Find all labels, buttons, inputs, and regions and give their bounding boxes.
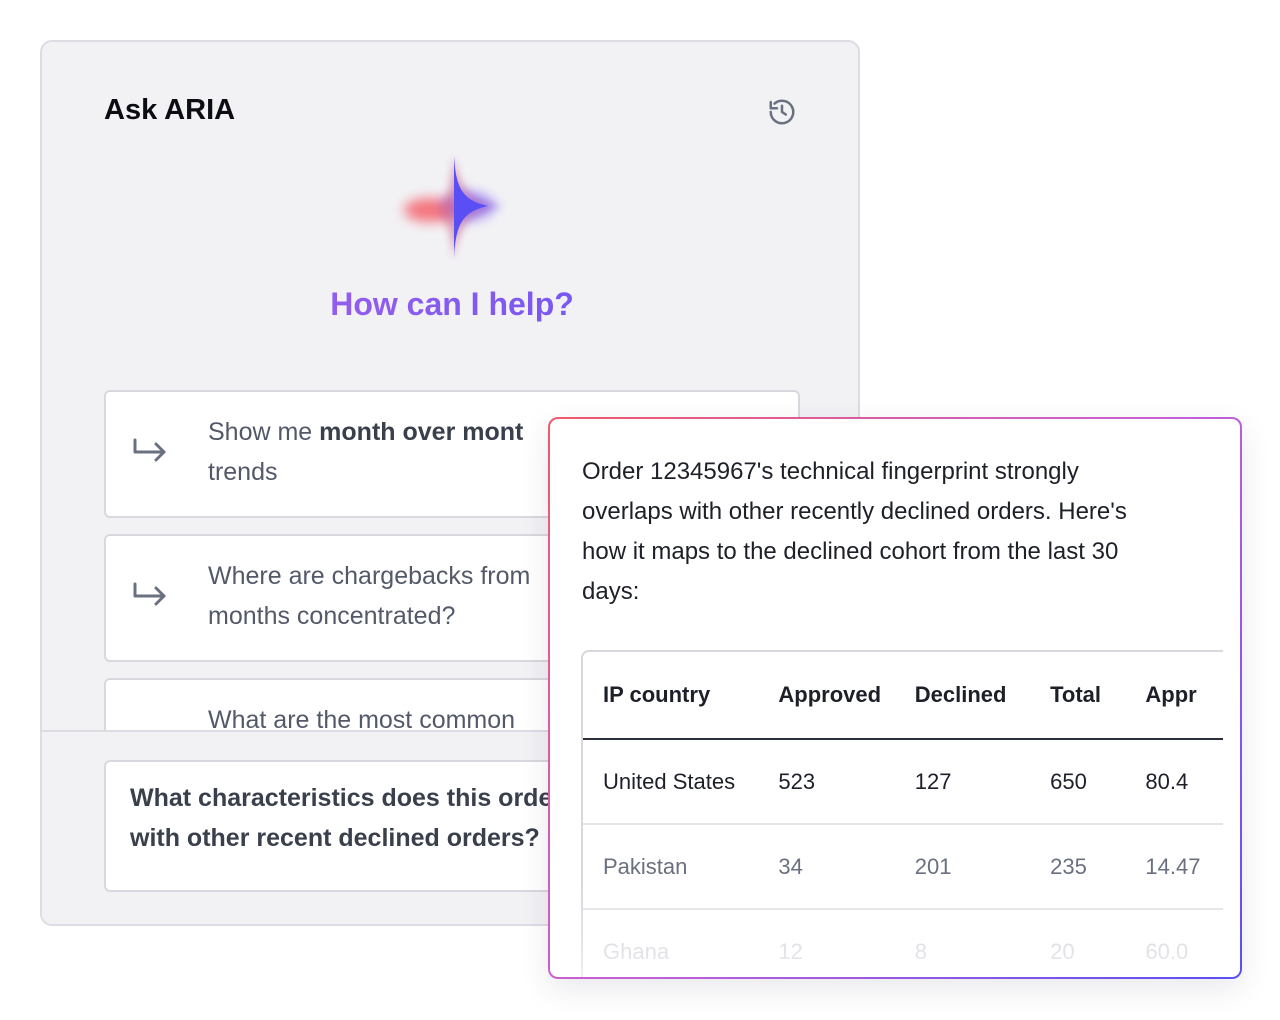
table-cell: 12 [778,909,915,977]
table-cell: United States [583,739,779,825]
cohort-table: IP country Approved Declined Total Appr … [581,650,1223,977]
column-header[interactable]: Total [1050,652,1146,740]
panel-title: Ask ARIA [104,94,236,126]
history-icon [769,99,795,125]
table-cell: 60.0 [1145,909,1223,977]
table-cell: 127 [914,739,1051,825]
table-row: Ghana 12 8 20 60.0 [583,909,1223,977]
table-cell: 34 [778,824,915,910]
table-cell: 523 [778,739,915,825]
column-header[interactable]: IP country [583,652,779,740]
column-header[interactable]: Approved [778,652,915,740]
table-cell: 8 [914,909,1051,977]
table-header-row: IP country Approved Declined Total Appr [583,652,1223,740]
arrow-return-icon [133,438,166,462]
response-card: Order 12345967's technical fingerprint s… [548,417,1242,979]
table-cell: Pakistan [583,824,779,910]
table-cell: 201 [914,824,1051,910]
table-cell: 80.4 [1145,739,1223,825]
table-cell: Ghana [583,909,779,977]
table-cell: 20 [1050,909,1146,977]
column-header[interactable]: Declined [914,652,1051,740]
arrow-return-icon [133,582,166,606]
history-button[interactable] [764,94,800,130]
table-row: Pakistan 34 201 235 14.47 [583,824,1223,910]
table-cell: 650 [1050,739,1146,825]
table-cell: 235 [1050,824,1146,910]
response-card-body: Order 12345967's technical fingerprint s… [550,419,1240,977]
sparkle-logo-icon [388,154,518,266]
response-message: Order 12345967's technical fingerprint s… [582,458,1127,605]
help-heading: How can I help? [42,286,858,323]
table-cell: 14.47 [1145,824,1223,910]
table-row: United States 523 127 650 80.4 [583,739,1223,825]
column-header[interactable]: Appr [1145,652,1223,740]
